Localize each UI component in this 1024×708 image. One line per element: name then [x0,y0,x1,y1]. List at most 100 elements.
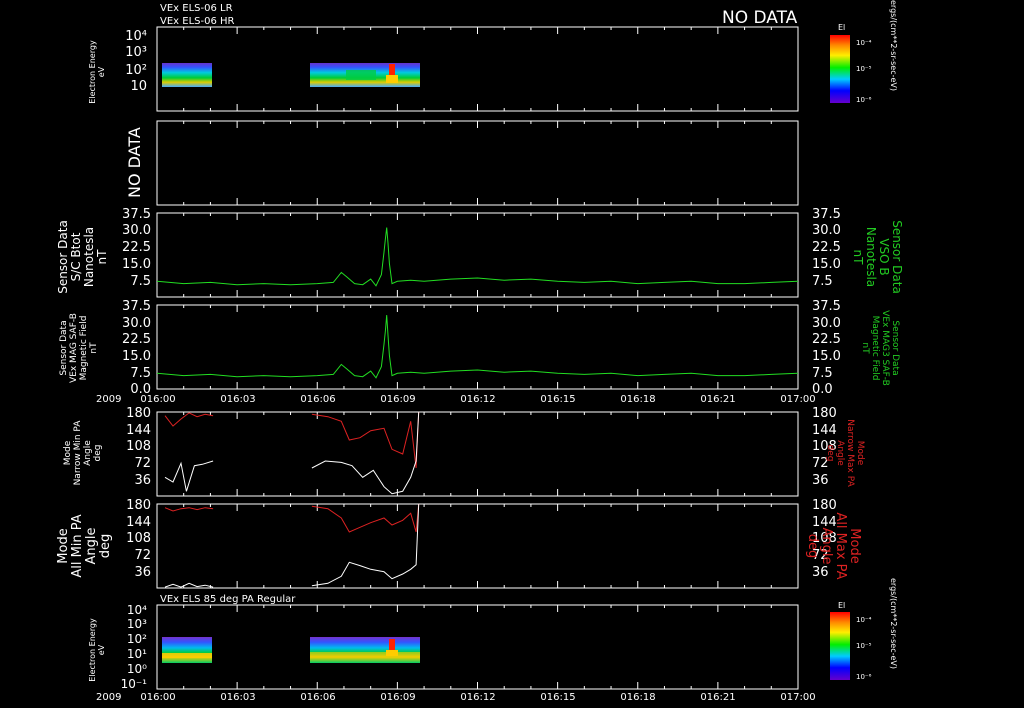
time-tick-label: 016:15 [540,394,575,405]
y-tick-label: 30.0 [122,223,151,238]
spectrogram-bottom-band [162,653,212,658]
bmag-mag-ylabel-4: nT [89,342,99,354]
y-tick-label: 22.5 [812,240,841,255]
bmag-sc-ylabel-4: nT [95,249,109,265]
pitch-angle-narrow-red-trace-0 [164,412,214,427]
y-tick-label: 180 [126,498,151,513]
y-tick-label: 22.5 [122,332,151,347]
y-tick-label: 10⁴ [127,603,147,617]
spectrogram-top-block-1 [162,63,212,87]
y-tick-label: 144 [812,423,837,438]
y-tick-label: 7.5 [130,366,151,381]
pa-narrow-ylabel-right-2: Narrow Max PA [845,419,855,487]
colorbar-top-unit: ergs/(cm**2-sr-sec-eV) [889,0,898,91]
bmag-sc-ylabel-right-1: Sensor Data [890,220,904,294]
y-tick-label: 36 [812,473,829,488]
y-tick-label: 7.5 [130,274,151,289]
colorbar-bottom-tick: 10⁻⁶ [856,673,872,681]
pa-all-ylabel-right-4: deg [805,534,820,559]
time-axis-middle: 016:00 016:03 016:06 016:09 016:12 016:1… [140,394,815,405]
bmag-mag-ylabel-right-2: VEx MAG3 SAF-B [880,310,890,386]
spectrogram-bottom-title: VEx ELS 85 deg PA Regular [160,594,296,605]
bmag-mag-y-axis-right: 37.5 30.0 22.5 15.0 7.5 0.0 [812,299,841,397]
time-tick-label: 016:06 [300,692,335,703]
y-tick-label: 144 [126,515,151,530]
header-line-2: VEx ELS-06 HR [160,16,235,27]
no-data-label: NO DATA [125,127,144,198]
bmag-sc-y-axis-left: 37.5 30.0 22.5 15.0 7.5 [122,207,151,289]
y-tick-label: 180 [812,406,837,421]
pa-narrow-ylabel-right-1: Mode [855,441,865,466]
y-tick-label: 30.0 [812,316,841,331]
spectrogram-top-ylabel-2: eV [97,66,106,77]
y-tick-label: 22.5 [122,240,151,255]
y-tick-label: 10¹ [127,647,147,661]
y-tick-label: 10⁰ [127,662,147,676]
colorbar-top-tick: 10⁻⁶ [856,96,872,104]
colorbar-bottom-title: El [838,601,845,610]
spectrogram-top-enhancement [346,70,376,80]
time-axis-year-bottom: 2009 [96,692,121,703]
bmag-sc-ylabel-right-3: Nanotesla [864,227,878,287]
time-tick-label: 016:00 [140,692,175,703]
data-traces [156,227,799,588]
bmag-mag-ylabel-right-4: nT [860,342,870,354]
colorbar-bottom-unit: ergs/(cm**2-sr-sec-eV) [889,578,898,669]
y-tick-label: 36 [134,565,151,580]
y-tick-label: 10² [127,632,147,646]
bmag-mag-ylabel-right-3: Magnetic Field [870,316,880,381]
time-tick-label: 016:18 [620,692,655,703]
y-tick-label: 22.5 [812,332,841,347]
panel-frame-pa-all [156,503,799,589]
time-tick-label: 016:18 [620,394,655,405]
y-tick-label: 144 [126,423,151,438]
y-tick-label: 72 [134,548,151,563]
y-tick-label: 37.5 [812,207,841,222]
tick-marks [156,27,799,689]
time-tick-label: 016:21 [700,692,735,703]
spectrogram-top-y-axis: 10⁴ 10³ 10² 10 [125,29,147,94]
pa-all-ylabel-1: Mode [56,528,71,563]
spectrogram-bottom [162,637,420,663]
pitch-angle-all-white-trace-0 [164,582,214,588]
pa-all-ylabel-right-2: All Max PA [833,512,848,579]
pitch-angle-all-white-trace-1 [311,503,420,587]
bmag-mag-ylabel-2: VEx MAG SAF-B [69,313,79,383]
bmag-sc-y-axis-right: 37.5 30.0 22.5 15.0 7.5 [812,207,841,289]
colorbar-top-tick: 10⁻⁵ [856,65,872,73]
header-line-1: VEx ELS-06 LR [160,3,233,14]
y-tick-label: 15.0 [122,257,151,272]
pa-all-ylabel-2: All Min PA [70,514,85,577]
panel-frame-spectrogram-top [156,26,799,112]
time-tick-label: 016:09 [380,394,415,405]
time-tick-label: 016:09 [380,692,415,703]
y-tick-label: 30.0 [812,223,841,238]
bmag-mag-y-axis-left: 37.5 30.0 22.5 15.0 7.5 0.0 [122,299,151,397]
time-tick-label: 016:06 [300,394,335,405]
pa-narrow-ylabel-1: Mode [63,440,73,465]
bmag-mag-trace [156,315,799,379]
colorbar-bottom-tick: 10⁻⁴ [856,616,872,624]
pa-all-ylabel-3: Angle [84,528,99,565]
panel-frame-spectrogram-bottom [156,604,799,690]
bmag-sc-ylabel-1: Sensor Data [56,220,70,294]
pa-all-ylabel-right-1: Mode [847,528,862,563]
y-tick-label: 37.5 [812,299,841,314]
y-tick-label: 10⁻¹ [121,677,148,691]
y-tick-label: 37.5 [122,207,151,222]
time-tick-label: 016:03 [220,394,255,405]
time-tick-label: 016:12 [460,394,495,405]
time-tick-label: 017:00 [780,692,815,703]
spectrogram-bottom-band [310,652,420,657]
y-tick-label: 15.0 [122,349,151,364]
y-tick-label: 10⁴ [125,29,147,44]
y-tick-label: 36 [812,565,829,580]
pa-narrow-ylabel-4: deg [93,445,103,462]
pitch-angle-all-red-trace-0 [164,507,214,512]
spectrogram-bottom-block-1 [162,637,212,663]
y-tick-label: 30.0 [122,316,151,331]
bmag-sc-ylabel-2: S/C Btot [69,232,83,281]
y-tick-label: 180 [126,406,151,421]
y-tick-label: 10³ [125,45,147,60]
time-tick-label: 016:21 [700,394,735,405]
